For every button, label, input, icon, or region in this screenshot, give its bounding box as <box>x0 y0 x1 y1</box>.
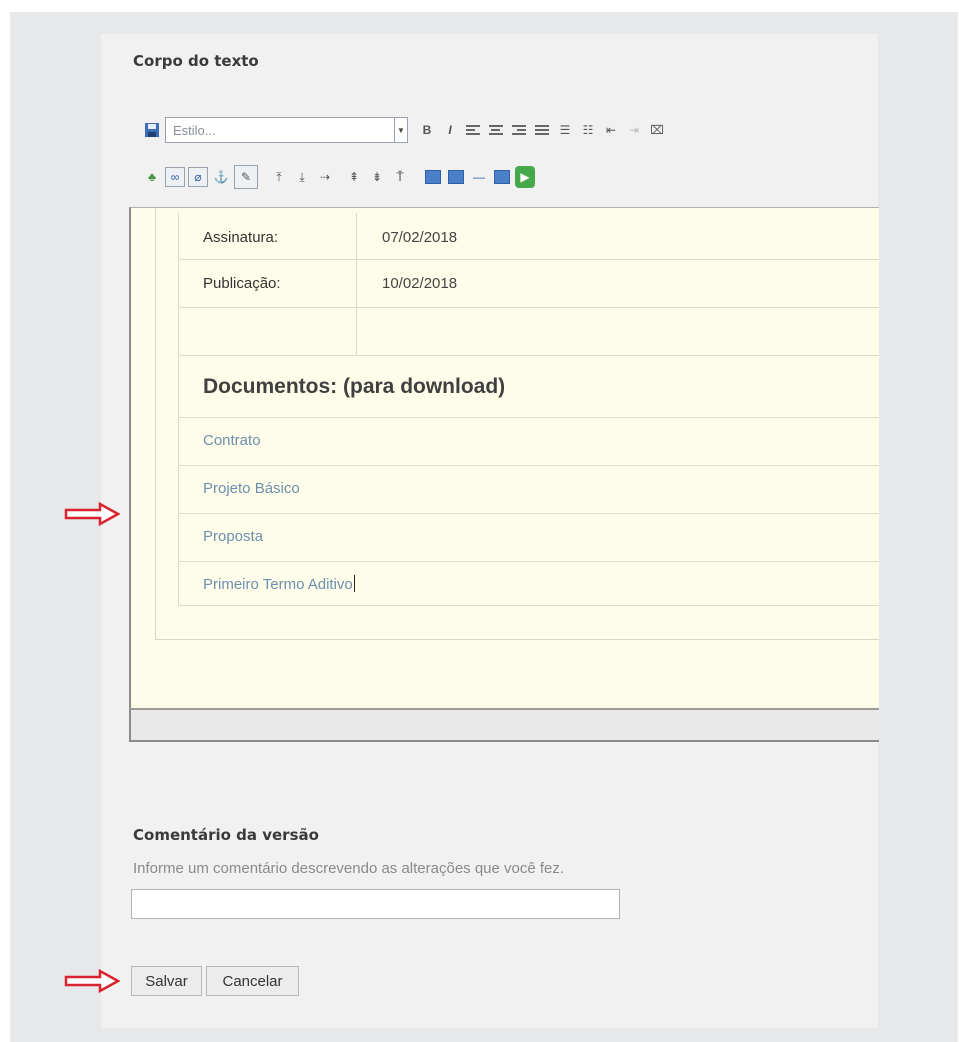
italic-icon[interactable]: I <box>440 120 460 140</box>
insert-row-below-icon[interactable]: ⤓ <box>292 167 312 187</box>
bold-icon[interactable]: B <box>417 120 437 140</box>
bold-glyph: B <box>422 123 432 137</box>
editor-section-title: Corpo do texto <box>133 52 259 70</box>
list-item[interactable]: Primeiro Termo Aditivo <box>203 575 355 593</box>
bulleted-list-icon[interactable]: ☰ <box>555 120 575 140</box>
comment-section-title: Comentário da versão <box>133 826 319 844</box>
table-row <box>178 418 879 466</box>
media-icon[interactable] <box>492 167 512 187</box>
link-icon[interactable]: ∞ <box>165 167 185 187</box>
anchor-icon[interactable]: ⚓ <box>211 167 231 187</box>
horizontal-rule-icon[interactable]: — <box>469 167 489 187</box>
link-projeto-basico[interactable]: Projeto Básico <box>203 480 300 497</box>
chevron-down-icon[interactable]: ▼ <box>394 118 407 142</box>
edit-table-icon[interactable]: ✎ <box>234 165 258 189</box>
align-left-icon[interactable] <box>463 120 483 140</box>
save-icon[interactable] <box>142 120 162 140</box>
version-comment-input[interactable] <box>131 889 620 919</box>
publication-label: Publicação: <box>203 275 281 292</box>
clear-format-icon[interactable]: ⌧ <box>647 120 667 140</box>
editor-toolbar-row-2: ♣ ∞ ⌀ ⚓ ✎ ⤒ ⤓ ⇢ ⇞ ⇟ Ť — ▶ <box>142 164 535 190</box>
italic-glyph: I <box>448 123 452 137</box>
indent-icon[interactable]: ⇥ <box>624 120 644 140</box>
align-center-icon[interactable] <box>486 120 506 140</box>
link-primeiro-termo-aditivo[interactable]: Primeiro Termo Aditivo <box>203 576 353 593</box>
table-row <box>178 308 879 356</box>
link-contrato[interactable]: Contrato <box>203 432 261 449</box>
align-justify-icon[interactable] <box>532 120 552 140</box>
insert-column-right-icon[interactable]: ⇟ <box>367 167 387 187</box>
column-divider <box>356 213 357 356</box>
insert-row-above-icon[interactable]: ⤒ <box>269 167 289 187</box>
cancel-button[interactable]: Cancelar <box>206 966 299 996</box>
unlink-icon[interactable]: ⌀ <box>188 167 208 187</box>
comment-hint: Informe um comentário descrevendo as alt… <box>133 860 565 877</box>
signature-date: 07/02/2018 <box>382 229 458 246</box>
insert-column-left-icon[interactable]: ⇞ <box>344 167 364 187</box>
table-row <box>178 514 879 562</box>
annotation-arrow-icon <box>64 502 120 526</box>
editor-toolbar-row-1: Estilo... ▼ B I ☰ ☷ ⇤ ⇥ ⌧ <box>142 117 667 143</box>
numbered-list-icon[interactable]: ☷ <box>578 120 598 140</box>
play-icon[interactable]: ▶ <box>515 166 535 188</box>
style-select[interactable]: Estilo... ▼ <box>165 117 408 143</box>
table-properties-icon[interactable] <box>446 167 466 187</box>
image-icon[interactable]: ♣ <box>142 167 162 187</box>
table-row <box>178 213 879 260</box>
delete-column-icon[interactable]: Ť <box>390 167 410 187</box>
annotation-arrow-icon <box>64 969 120 993</box>
downloads-heading: Documentos: (para download) <box>203 375 506 398</box>
text-caret <box>353 575 355 592</box>
signature-label: Assinatura: <box>203 229 279 246</box>
style-select-value: Estilo... <box>173 122 216 138</box>
editor-status-bar <box>129 708 879 742</box>
align-right-icon[interactable] <box>509 120 529 140</box>
publication-date: 10/02/2018 <box>382 275 458 292</box>
outdent-icon[interactable]: ⇤ <box>601 120 621 140</box>
delete-row-icon[interactable]: ⇢ <box>315 167 335 187</box>
save-button[interactable]: Salvar <box>131 966 202 996</box>
table-row <box>178 260 879 308</box>
table-icon[interactable] <box>423 167 443 187</box>
link-proposta[interactable]: Proposta <box>203 528 263 545</box>
